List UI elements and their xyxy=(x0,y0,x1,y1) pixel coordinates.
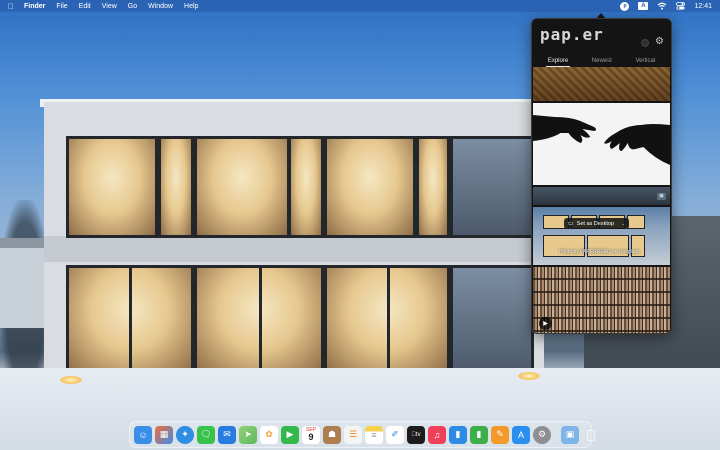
play-icon[interactable]: ▶ xyxy=(539,317,552,330)
gear-icon[interactable]: ⚙ xyxy=(655,36,664,47)
menu-window[interactable]: Window xyxy=(148,3,173,10)
safari-icon[interactable]: ✦ xyxy=(176,425,194,444)
wallpaper-thumbnail-house[interactable]: ▭ Set as Desktop ⌄ Photo by PAPERREAD on… xyxy=(533,207,670,265)
paper-logo: pap.er xyxy=(540,25,604,44)
wallpaper-neighbor-house xyxy=(0,238,46,328)
tab-explore[interactable]: Explore xyxy=(545,58,571,67)
bookshelf-overlay xyxy=(533,267,670,333)
tab-vertical[interactable]: Vertical xyxy=(635,58,655,64)
tab-newest[interactable]: Newest xyxy=(592,58,612,64)
paper-popover: pap.er ⚙ Explore Newest Vertical ▣ ▭ Set… xyxy=(531,18,672,334)
mail-icon[interactable]: ✉ xyxy=(218,425,236,444)
paper-app-icon: p xyxy=(620,1,630,11)
wallpaper-window xyxy=(288,136,324,238)
menu-go[interactable]: Go xyxy=(128,3,137,10)
wallpaper-thumbnail-strip[interactable]: ▣ xyxy=(533,187,670,205)
wallpaper-thumbnail-hands[interactable] xyxy=(533,103,670,185)
input-source-icon: A xyxy=(638,2,649,10)
finder-icon[interactable]: ☺ xyxy=(134,425,152,444)
reminders-icon[interactable]: ☰ xyxy=(344,425,362,444)
house-window xyxy=(627,215,645,229)
trash-can-graphic xyxy=(585,428,597,442)
app-store-icon[interactable]: A xyxy=(512,425,530,444)
numbers-icon[interactable]: ▮ xyxy=(470,425,488,444)
hands-silhouette-image xyxy=(533,103,670,185)
menu-view[interactable]: View xyxy=(102,3,117,10)
wallpaper-thumbnail-wood[interactable] xyxy=(533,67,670,101)
wallpaper-window xyxy=(450,265,534,375)
wallpaper-window xyxy=(194,136,290,238)
messages-icon[interactable]: 🗨 xyxy=(197,425,215,444)
apple-icon[interactable]:  xyxy=(8,2,14,11)
photos-icon[interactable]: ✿ xyxy=(260,425,278,444)
calendar-day: 9 xyxy=(308,431,314,442)
paper-tabs: Explore Newest Vertical xyxy=(532,55,671,67)
pages-icon[interactable]: ✎ xyxy=(491,425,509,444)
keynote-icon[interactable]: ▮ xyxy=(449,425,467,444)
menu-edit[interactable]: Edit xyxy=(79,3,91,10)
wifi-icon xyxy=(658,2,667,10)
wallpaper-window xyxy=(416,136,450,238)
set-as-desktop-button[interactable]: ▭ Set as Desktop ⌄ xyxy=(564,218,630,229)
notes-icon[interactable]: ≡ xyxy=(365,425,383,444)
system-settings-icon[interactable]: ⚙ xyxy=(533,425,551,444)
paper-status-item[interactable]: p xyxy=(620,1,630,11)
monitor-icon: ▭ xyxy=(568,221,574,227)
trash-icon[interactable] xyxy=(582,426,600,444)
input-source-status-item[interactable]: A xyxy=(638,2,649,10)
calendar-icon[interactable]: SEP 9 xyxy=(302,425,320,444)
wallpaper-window xyxy=(66,136,158,238)
music-icon[interactable]: ♫ xyxy=(428,425,446,444)
menu-bar:  Finder File Edit View Go Window Help p… xyxy=(0,0,720,12)
dock: ☺ ▦ ✦ 🗨 ✉ ➤ ✿ ▶ SEP 9 ☗ ☰ ≡ ✐ tv ♫ ▮ ▮ … xyxy=(129,421,597,448)
image-icon: ▣ xyxy=(657,192,666,200)
chevron-down-icon[interactable]: ⌄ xyxy=(621,221,625,227)
wallpaper-window xyxy=(66,265,194,375)
set-as-desktop-label: Set as Desktop xyxy=(576,220,614,227)
menu-help[interactable]: Help xyxy=(184,3,198,10)
launchpad-icon[interactable]: ▦ xyxy=(155,425,173,444)
wallpaper-window xyxy=(324,136,416,238)
wallpaper-lamp xyxy=(60,376,82,384)
freeform-icon[interactable]: ✐ xyxy=(386,425,404,444)
wallpaper-floor-band xyxy=(44,236,544,262)
maps-icon[interactable]: ➤ xyxy=(239,425,257,444)
control-center-icon xyxy=(676,2,686,10)
menu-finder[interactable]: Finder xyxy=(24,3,45,10)
wallpaper-window xyxy=(194,265,324,375)
photo-credit[interactable]: Photo by PAPERREAD on Unsplash xyxy=(559,249,640,255)
wifi-status-item[interactable] xyxy=(657,2,667,10)
tv-icon[interactable]: tv xyxy=(407,425,425,444)
facetime-icon[interactable]: ▶ xyxy=(281,425,299,444)
contacts-icon[interactable]: ☗ xyxy=(323,425,341,444)
wallpaper-window xyxy=(158,136,194,238)
control-center-status-item[interactable] xyxy=(676,2,686,10)
wallpaper-window xyxy=(324,265,450,375)
menu-file[interactable]: File xyxy=(56,3,67,10)
wallpaper-window xyxy=(450,136,534,238)
clock[interactable]: 12:41 xyxy=(694,3,712,10)
theme-toggle-icon[interactable] xyxy=(641,39,649,47)
wallpaper-lamp xyxy=(518,372,540,380)
paper-wallpaper-icon[interactable]: ▣ xyxy=(561,425,579,444)
paper-header: pap.er ⚙ xyxy=(532,19,671,55)
wallpaper-thumbnail-bookshop[interactable]: ▶ xyxy=(533,267,670,333)
